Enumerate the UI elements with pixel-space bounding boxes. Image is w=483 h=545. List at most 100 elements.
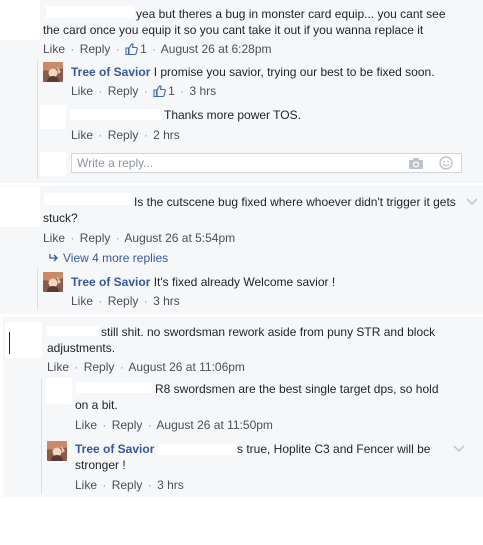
separator: ·: [115, 42, 120, 56]
reply-link[interactable]: Reply: [108, 128, 139, 142]
reply-thread-line: [37, 60, 38, 178]
like-link[interactable]: Like: [75, 418, 97, 432]
comment-text: stuck?: [43, 211, 78, 225]
redacted-name: [70, 109, 162, 120]
separator: ·: [98, 128, 103, 142]
reply-text: s true, Hoplite C3 and Fencer will be: [237, 442, 431, 456]
redacted-name: [76, 382, 152, 393]
separator: ·: [143, 84, 148, 98]
separator: ·: [119, 360, 124, 374]
reply-row: Tree of Savior: [75, 441, 154, 457]
reply-meta: Like · Reply · 3 hrs: [71, 293, 180, 309]
reply-input[interactable]: [72, 154, 392, 172]
like-link[interactable]: Like: [43, 42, 65, 56]
reply-input-box[interactable]: [71, 153, 462, 173]
separator: ·: [147, 418, 152, 432]
separator: ·: [152, 42, 157, 56]
comment-text: Is the cutscene bug fixed where whoever …: [134, 195, 456, 209]
comment-text: adjustments.: [47, 341, 116, 355]
redacted-name: [44, 193, 132, 205]
redacted-avatar: [0, 0, 40, 40]
separator: ·: [143, 128, 148, 142]
comment-meta: Like · Reply · 1 · August 26 at 6:28pm: [43, 41, 272, 57]
separator: ·: [98, 294, 103, 308]
reply-text: I promise you savior, trying our best to…: [153, 65, 435, 79]
reply-meta: Like · Reply · 3 hrs: [75, 477, 184, 493]
redacted-avatar: [40, 105, 66, 129]
comment-meta: Like · Reply · August 26 at 5:54pm: [43, 230, 235, 246]
author-name[interactable]: Tree of Savior: [71, 65, 150, 79]
redacted-avatar: [46, 378, 72, 404]
separator: ·: [180, 84, 185, 98]
reply-text: Thanks more power TOS.: [164, 108, 301, 122]
reply-text: R8 swordsmen are the best single target …: [155, 382, 439, 396]
timestamp[interactable]: August 26 at 6:28pm: [161, 42, 272, 56]
redacted-name: [46, 6, 134, 18]
author-name[interactable]: Tree of Savior: [71, 275, 150, 289]
separator: ·: [102, 478, 107, 492]
reply-thread-line: [41, 378, 42, 494]
cursor-caret: [9, 332, 10, 354]
like-link[interactable]: Like: [47, 360, 69, 374]
reply-arrow-icon: [49, 254, 58, 262]
reply-link[interactable]: Reply: [112, 478, 143, 492]
like-link[interactable]: Like: [75, 478, 97, 492]
redacted-name: [47, 326, 99, 336]
reply-link[interactable]: Reply: [108, 294, 139, 308]
reply-row: Tree of Savior I promise you savior, try…: [71, 64, 435, 80]
emoji-icon[interactable]: [439, 156, 453, 170]
avatar[interactable]: [43, 272, 63, 292]
separator: ·: [70, 42, 75, 56]
separator: ·: [98, 84, 103, 98]
separator: ·: [147, 478, 152, 492]
like-count: 1: [168, 84, 175, 98]
chevron-down-icon[interactable]: [452, 444, 466, 454]
reply-text: stronger !: [75, 458, 126, 472]
thumbs-up-icon: [125, 43, 138, 55]
redacted-mention: [158, 444, 236, 455]
view-more-label[interactable]: View 4 more replies: [63, 251, 168, 265]
like-count: 1: [140, 42, 147, 56]
timestamp[interactable]: 3 hrs: [153, 294, 180, 308]
like-link[interactable]: Like: [71, 128, 93, 142]
reply-meta: Like · Reply · August 26 at 11:50pm: [75, 417, 273, 433]
redacted-avatar: [0, 187, 40, 227]
separator: ·: [74, 360, 79, 374]
reply-link[interactable]: Reply: [112, 418, 143, 432]
like-link[interactable]: Like: [43, 231, 65, 245]
reply-link[interactable]: Reply: [84, 360, 115, 374]
timestamp[interactable]: August 26 at 5:54pm: [124, 231, 235, 245]
comment-text: still shit. no swordsman rework aside fr…: [101, 325, 436, 339]
timestamp[interactable]: 3 hrs: [189, 84, 216, 98]
avatar[interactable]: [47, 441, 67, 461]
reply-row: Tree of Savior It's fixed already Welcom…: [71, 274, 335, 290]
reply-meta: Like · Reply · 2 hrs: [71, 127, 180, 143]
separator: ·: [102, 418, 107, 432]
reply-link[interactable]: Reply: [80, 42, 111, 56]
timestamp[interactable]: 2 hrs: [153, 128, 180, 142]
reply-link[interactable]: Reply: [80, 231, 111, 245]
like-link[interactable]: Like: [71, 84, 93, 98]
view-more-replies[interactable]: View 4 more replies: [48, 250, 168, 266]
like-link[interactable]: Like: [71, 294, 93, 308]
reply-text: on a bit.: [75, 398, 118, 412]
reply-text: It's fixed already Welcome savior !: [153, 275, 336, 289]
camera-icon[interactable]: [408, 157, 424, 170]
reply-thread-line: [37, 268, 38, 310]
timestamp[interactable]: 3 hrs: [157, 478, 184, 492]
separator: ·: [70, 231, 75, 245]
timestamp[interactable]: August 26 at 11:50pm: [156, 418, 273, 432]
timestamp[interactable]: August 26 at 11:06pm: [128, 360, 245, 374]
thumbs-up-icon: [153, 85, 166, 97]
reply-link[interactable]: Reply: [108, 84, 139, 98]
author-name[interactable]: Tree of Savior: [75, 442, 154, 456]
chevron-down-icon[interactable]: [465, 197, 479, 207]
avatar[interactable]: [43, 62, 63, 82]
comment-text: yea but theres a bug in monster card equ…: [136, 7, 446, 21]
separator: ·: [115, 231, 120, 245]
reply-meta: Like · Reply · 1 · 3 hrs: [71, 83, 216, 99]
user-avatar: [40, 152, 66, 176]
comment-text: the card once you equip it so you cant t…: [43, 23, 424, 37]
redacted-avatar: [5, 322, 42, 358]
separator: ·: [143, 294, 148, 308]
